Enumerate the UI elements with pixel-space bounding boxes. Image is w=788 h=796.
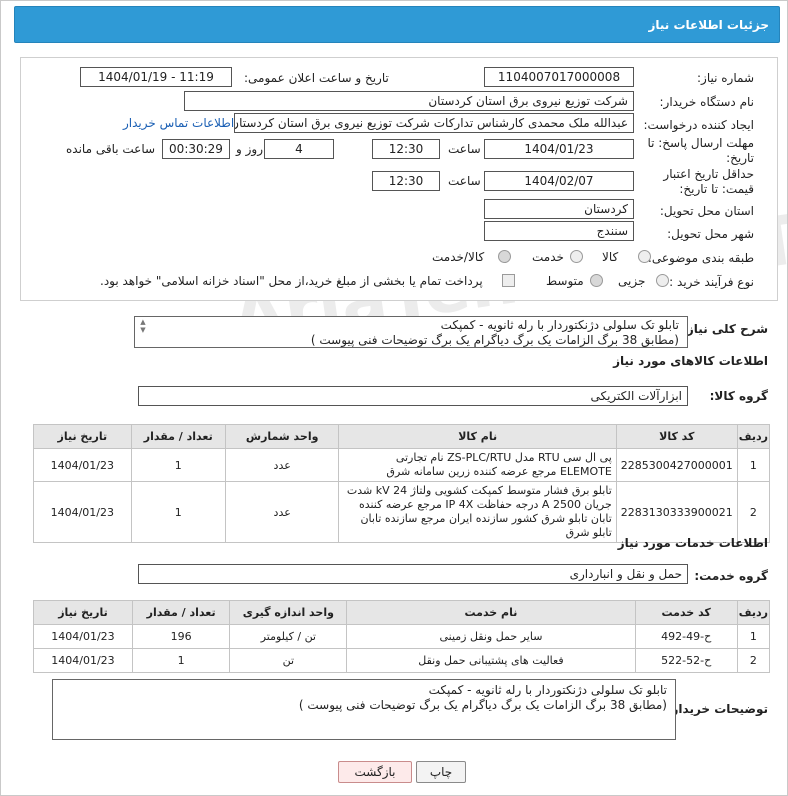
- cell-unit: تن / کیلومتر: [229, 624, 348, 649]
- process-option-medium: متوسط: [546, 274, 584, 288]
- treasury-note: پرداخت تمام یا بخشی از مبلغ خرید،از محل …: [100, 274, 483, 288]
- col-qty: تعداد / مقدار: [130, 424, 226, 449]
- validity-time-label: ساعت: [448, 174, 481, 188]
- general-desc-label: شرح کلی نیاز:: [682, 322, 768, 336]
- page-header: جزئیات اطلاعات نیاز: [14, 6, 780, 43]
- col-qty: تعداد / مقدار: [131, 600, 231, 625]
- general-desc-box[interactable]: تابلو تک سلولی دژنکتوردار با رله ثانویه …: [134, 316, 688, 348]
- col-name: نام کالا: [338, 424, 617, 449]
- buyer-org-field[interactable]: شرکت توزیع نیروی برق استان کردستان: [184, 91, 634, 111]
- deadline-date-field[interactable]: 1404/01/23: [484, 139, 634, 159]
- buyer-desc-box[interactable]: تابلو تک سلولی دژنکتوردار با رله ثانویه …: [52, 679, 676, 740]
- days-label: روز و: [236, 142, 263, 156]
- process-radio-medium[interactable]: [590, 274, 603, 287]
- services-group-field[interactable]: حمل و نقل و انبارداری: [138, 564, 688, 584]
- validity-label: حداقل تاریخ اعتبار قیمت: تا تاریخ:: [663, 167, 754, 196]
- city-field[interactable]: سنندج: [484, 221, 634, 241]
- services-section-title: اطلاعات خدمات مورد نیاز: [617, 536, 768, 550]
- goods-table-header: ردیف کد کالا نام کالا واحد شمارش تعداد /…: [33, 424, 771, 449]
- need-number-field[interactable]: 1104007017000008: [484, 67, 634, 87]
- cell-name: پی ال سی RTU مدل ZS-PLC/RTU نام تجارتی E…: [338, 448, 617, 482]
- goods-section-title: اطلاعات کالاهای مورد نیاز: [613, 354, 768, 368]
- category-option-both: کالا/خدمت: [432, 250, 485, 264]
- category-option-service: خدمت: [532, 250, 564, 264]
- need-number-label: شماره نیاز:: [697, 71, 754, 85]
- category-label: طبقه بندی موضوعی:: [647, 251, 754, 265]
- goods-table: ردیف کد کالا نام کالا واحد شمارش تعداد /…: [33, 424, 771, 543]
- col-date: تاریخ نیاز: [33, 424, 132, 449]
- col-date: تاریخ نیاز: [33, 600, 133, 625]
- cell-name: فعالیت های پشتیبانی حمل ونقل: [346, 648, 636, 673]
- cell-date: 1404/01/23: [33, 648, 133, 673]
- goods-group-field[interactable]: ابزارآلات الکتریکی: [138, 386, 688, 406]
- buyer-contact-link[interactable]: اطلاعات تماس خریدار: [123, 116, 234, 130]
- cell-qty: 1: [130, 481, 226, 543]
- cell-code: ح-49-492: [634, 624, 738, 649]
- cell-date: 1404/01/23: [33, 448, 132, 482]
- cell-row: 2: [736, 481, 771, 543]
- cell-row: 1: [736, 624, 771, 649]
- col-code: کد کالا: [615, 424, 738, 449]
- cell-code: 2283130333900021: [615, 481, 738, 543]
- cell-date: 1404/01/23: [33, 481, 132, 543]
- announce-label: تاریخ و ساعت اعلان عمومی:: [244, 71, 389, 85]
- cell-qty: 1: [131, 648, 231, 673]
- cell-unit: عدد: [224, 481, 340, 543]
- col-unit: واحد شمارش: [224, 424, 340, 449]
- col-code: کد خدمت: [634, 600, 738, 625]
- table-row[interactable]: 2 2283130333900021 تابلو برق فشار متوسط …: [33, 481, 771, 543]
- cell-row: 2: [736, 648, 771, 673]
- services-table-header: ردیف کد خدمت نام خدمت واحد اندازه گیری ت…: [33, 600, 771, 625]
- goods-group-label: گروه کالا:: [709, 389, 768, 403]
- category-radio-both[interactable]: [498, 250, 511, 263]
- cell-date: 1404/01/23: [33, 624, 133, 649]
- general-desc-scroll-icon[interactable]: ▲ ▼: [138, 318, 148, 334]
- table-row[interactable]: 2 ح-52-522 فعالیت های پشتیبانی حمل ونقل …: [33, 648, 771, 673]
- treasury-checkbox[interactable]: [502, 274, 515, 287]
- col-name: نام خدمت: [346, 600, 636, 625]
- deadline-time-label: ساعت: [448, 142, 481, 156]
- validity-date-field[interactable]: 1404/02/07: [484, 171, 634, 191]
- col-unit: واحد اندازه گیری: [229, 600, 348, 625]
- city-label: شهر محل تحویل:: [667, 227, 754, 241]
- cell-qty: 1: [130, 448, 226, 482]
- process-option-minor: جزیی: [618, 274, 646, 288]
- cell-unit: تن: [229, 648, 348, 673]
- col-row: ردیف: [736, 424, 771, 449]
- cell-name: تابلو برق فشار متوسط کمپکت کشویی ولتاژ k…: [338, 481, 617, 543]
- deadline-label: مهلت ارسال پاسخ: تا تاریخ:: [647, 136, 754, 165]
- cell-qty: 196: [131, 624, 231, 649]
- category-radio-service[interactable]: [570, 250, 583, 263]
- print-button[interactable]: چاپ: [416, 761, 466, 783]
- page-title: جزئیات اطلاعات نیاز: [648, 18, 769, 32]
- category-radio-goods[interactable]: [638, 250, 651, 263]
- process-radio-minor[interactable]: [656, 274, 669, 287]
- services-table: ردیف کد خدمت نام خدمت واحد اندازه گیری ت…: [33, 600, 771, 673]
- buyer-desc-label: توضیحات خریدار:: [666, 702, 768, 716]
- back-button[interactable]: بازگشت: [338, 761, 412, 783]
- cell-row: 1: [736, 448, 771, 482]
- table-row[interactable]: 1 ح-49-492 سایر حمل ونقل زمینی تن / کیلو…: [33, 624, 771, 649]
- cell-code: 2285300427000001: [615, 448, 738, 482]
- requester-label: ایجاد کننده درخواست:: [643, 118, 754, 132]
- remaining-time-field[interactable]: 00:30:29: [162, 139, 230, 159]
- announce-field[interactable]: 1404/01/19 - 11:19: [80, 67, 232, 87]
- remaining-label: ساعت باقی مانده: [66, 142, 156, 156]
- table-row[interactable]: 1 2285300427000001 پی ال سی RTU مدل ZS-P…: [33, 448, 771, 482]
- province-field[interactable]: کردستان: [484, 199, 634, 219]
- province-label: استان محل تحویل:: [659, 204, 754, 218]
- buyer-org-label: نام دستگاه خریدار:: [659, 95, 755, 109]
- deadline-time-field[interactable]: 12:30: [372, 139, 440, 159]
- category-option-goods: کالا: [602, 250, 619, 264]
- validity-time-field[interactable]: 12:30: [372, 171, 440, 191]
- col-row: ردیف: [736, 600, 771, 625]
- remaining-days-field[interactable]: 4: [264, 139, 334, 159]
- requester-field[interactable]: عبدالله ملک محمدی کارشناس تدارکات شرکت ت…: [234, 113, 634, 133]
- services-group-label: گروه خدمت:: [694, 569, 768, 583]
- process-label: نوع فرآیند خرید :: [669, 275, 754, 289]
- cell-unit: عدد: [224, 448, 340, 482]
- cell-name: سایر حمل ونقل زمینی: [346, 624, 636, 649]
- cell-code: ح-52-522: [634, 648, 738, 673]
